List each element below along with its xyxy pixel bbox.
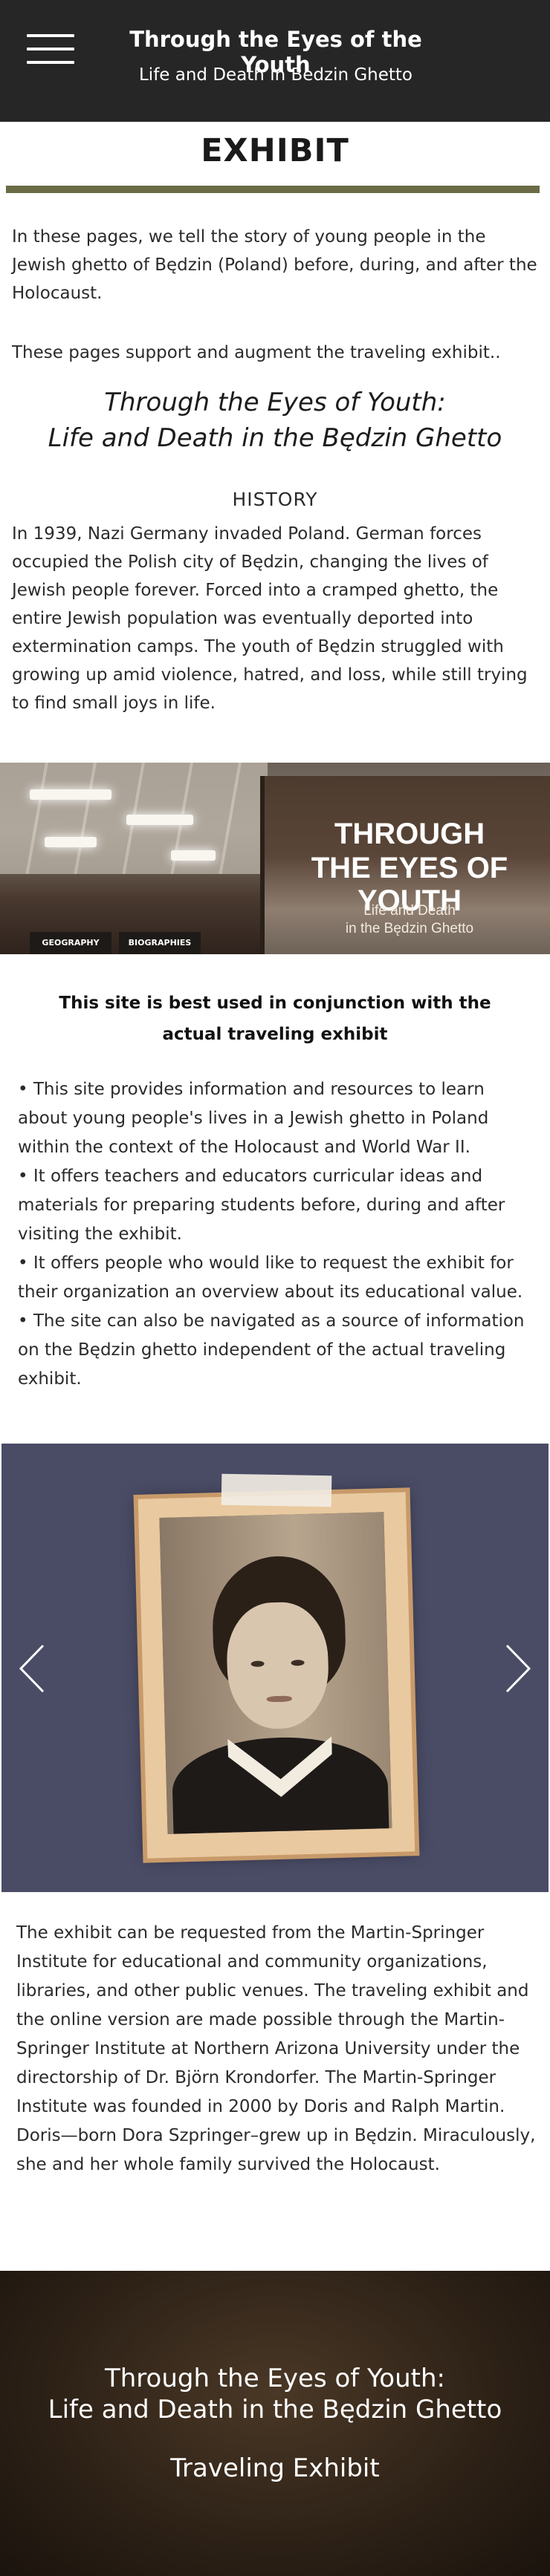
sign-line1: THROUGH	[334, 818, 485, 850]
history-heading: HISTORY	[232, 489, 318, 510]
portrait-photo	[159, 1512, 392, 1834]
exhibit-title-line2: Life and Death in the Będzin Ghetto	[48, 423, 502, 453]
exhibit-photo: GEOGRAPHY BIOGRAPHIES THROUGH THE EYES O…	[0, 763, 550, 954]
intro-paragraph-2: These pages support and augment the trav…	[12, 343, 501, 362]
panel-label-biographies: BIOGRAPHIES	[119, 932, 201, 954]
page-title: EXHIBIT	[201, 132, 349, 169]
sign-sub-line2: in the Będzin Ghetto	[345, 921, 474, 936]
list-item: • It offers teachers and educators curri…	[18, 1167, 505, 1244]
hamburger-menu-icon[interactable]	[27, 34, 74, 64]
ceiling-light	[171, 850, 216, 861]
list-item: • It offers people who would like to req…	[18, 1253, 523, 1302]
image-carousel	[1, 1444, 549, 1892]
divider	[6, 186, 540, 193]
sign-sub-line1: Life and Death	[363, 903, 456, 919]
sign-subtitle: Life and Death in the Będzin Ghetto	[265, 902, 550, 938]
chevron-left-icon[interactable]	[16, 1643, 46, 1695]
tape	[221, 1473, 332, 1507]
intro-paragraph: In these pages, we tell the story of you…	[12, 227, 537, 303]
site-header: Through the Eyes of the Youth Life and D…	[0, 0, 550, 122]
usage-list: • This site provides information and res…	[18, 1075, 538, 1394]
chevron-right-icon[interactable]	[504, 1643, 534, 1695]
exhibit-title: Through the Eyes of Youth: Life and Deat…	[15, 385, 535, 456]
exhibit-sign: THROUGH THE EYES OF YOUTH Life and Death…	[260, 776, 550, 954]
footer-title: Through the Eyes of Youth: Life and Deat…	[0, 2363, 550, 2425]
history-paragraph: In 1939, Nazi Germany invaded Poland. Ge…	[12, 524, 528, 713]
best-used-notice: This site is best used in conjunction wi…	[59, 994, 491, 1044]
portrait-frame	[138, 1492, 415, 1859]
institute-info: The exhibit can be requested from the Ma…	[16, 1923, 536, 2174]
footer-title-line2: Life and Death in the Będzin Ghetto	[48, 2395, 502, 2425]
list-item: • The site can also be navigated as a so…	[18, 1311, 525, 1389]
panel-label-geography: GEOGRAPHY	[30, 932, 111, 954]
footer-title-line1: Through the Eyes of Youth:	[104, 2364, 445, 2393]
list-item: • This site provides information and res…	[18, 1080, 489, 1157]
ceiling-light	[126, 815, 193, 825]
ceiling-light	[30, 789, 111, 800]
exhibit-title-line1: Through the Eyes of Youth:	[104, 388, 446, 417]
ceiling-light	[45, 837, 97, 847]
footer-banner: Through the Eyes of Youth: Life and Deat…	[0, 2271, 550, 2576]
footer-subtitle[interactable]: Traveling Exhibit	[0, 2453, 550, 2483]
site-subtitle: Life and Death in Bedzin Ghetto	[138, 65, 413, 85]
